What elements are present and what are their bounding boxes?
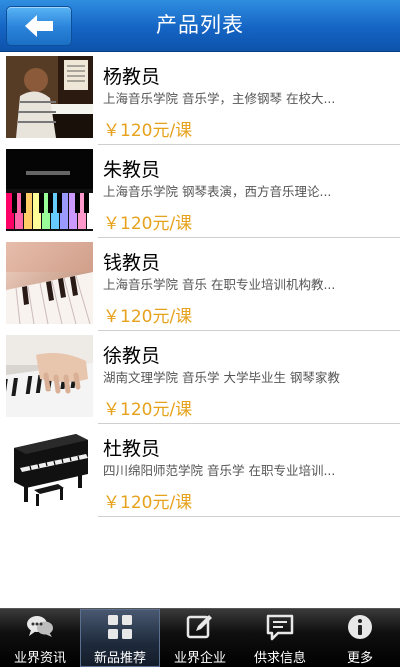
rainbow-piano-keys-photo bbox=[6, 149, 93, 231]
back-button[interactable] bbox=[6, 6, 72, 46]
list-item[interactable]: 朱教员 上海音乐学院 钢琴表演，西方音乐理论... ￥120元/课 bbox=[0, 145, 400, 238]
teacher-description: 上海音乐学院 音乐 在职专业培训机构教... bbox=[103, 277, 336, 292]
list-item[interactable]: 杜教员 四川绵阳师范学院 音乐学 在职专业培训... ￥120元/课 bbox=[0, 424, 400, 517]
list-item[interactable]: 钱教员 上海音乐学院 音乐 在职专业培训机构教... ￥120元/课 bbox=[0, 238, 400, 331]
teacher-name: 钱教员 bbox=[103, 252, 161, 274]
header-bar: 产品列表 bbox=[0, 0, 400, 52]
tab-new-products[interactable]: 新品推荐 bbox=[80, 609, 160, 667]
hands-on-piano-photo bbox=[6, 335, 93, 417]
tab-label: 新品推荐 bbox=[93, 651, 146, 666]
tab-industry-news[interactable]: 业界资讯 bbox=[0, 609, 80, 667]
message-icon bbox=[266, 614, 294, 641]
price-label: ￥120元/课 bbox=[103, 121, 193, 141]
price-label: ￥120元/课 bbox=[103, 400, 193, 420]
tab-industry-companies[interactable]: 业界企业 bbox=[160, 609, 240, 667]
tab-supply-demand[interactable]: 供求信息 bbox=[240, 609, 320, 667]
price-label: ￥120元/课 bbox=[103, 493, 193, 513]
teacher-name: 朱教员 bbox=[103, 159, 161, 181]
tab-label: 业界资讯 bbox=[13, 651, 66, 666]
edit-icon bbox=[186, 615, 212, 639]
chat-bubbles-icon bbox=[27, 616, 53, 637]
list-item[interactable]: 徐教员 湖南文理学院 音乐学 大学毕业生 钢琴家教 ￥120元/课 bbox=[0, 331, 400, 424]
info-icon bbox=[348, 615, 372, 639]
teacher-name: 徐教员 bbox=[103, 345, 161, 367]
divider bbox=[98, 516, 400, 517]
grid-icon bbox=[108, 615, 132, 639]
teacher-name: 杨教员 bbox=[103, 66, 161, 88]
tab-more[interactable]: 更多 bbox=[320, 609, 400, 667]
teacher-description: 上海音乐学院 钢琴表演，西方音乐理论... bbox=[103, 184, 332, 199]
teacher-name: 杜教员 bbox=[103, 438, 161, 460]
back-arrow-icon bbox=[25, 15, 53, 37]
list-item[interactable]: 杨教员 上海音乐学院 音乐学，主修钢琴 在校大... ￥120元/课 bbox=[0, 52, 400, 145]
tab-label: 供求信息 bbox=[253, 651, 306, 666]
piano-keys-closeup-photo bbox=[6, 242, 93, 324]
price-label: ￥120元/课 bbox=[103, 307, 193, 327]
child-playing-piano-photo bbox=[6, 56, 93, 138]
teacher-description: 四川绵阳师范学院 音乐学 在职专业培训... bbox=[103, 463, 336, 478]
bottom-tab-bar: 业界资讯 新品推荐 业界企业 供求信息 更多 bbox=[0, 608, 400, 667]
tab-label: 业界企业 bbox=[173, 651, 226, 666]
price-label: ￥120元/课 bbox=[103, 214, 193, 234]
tab-label: 更多 bbox=[346, 651, 373, 666]
teacher-description: 湖南文理学院 音乐学 大学毕业生 钢琴家教 bbox=[103, 370, 340, 385]
upright-piano-photo bbox=[6, 428, 93, 510]
teacher-description: 上海音乐学院 音乐学，主修钢琴 在校大... bbox=[103, 91, 336, 106]
